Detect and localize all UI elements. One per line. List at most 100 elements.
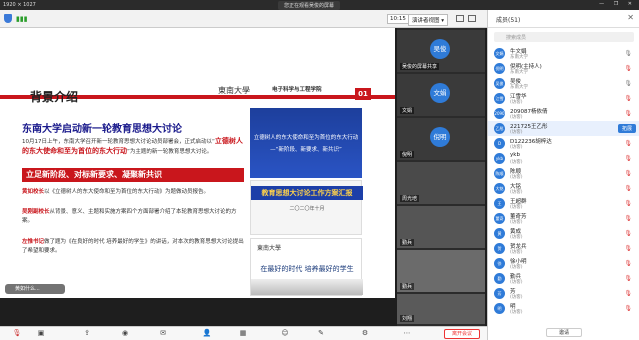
member-row[interactable]: D D122236胡梓达 (访客) 🎙 xyxy=(488,136,639,151)
security-shield-icon[interactable] xyxy=(4,14,12,23)
slide-page-number: 01 xyxy=(355,88,371,100)
intro-paragraph: 10月17日上午，东南大学召开新一轮教育思想大讨论动员部署会，正式启动以“立德树… xyxy=(22,137,244,157)
video-tile[interactable]: 刘翔 xyxy=(397,294,485,324)
settings-icon[interactable]: ⚙ xyxy=(358,329,372,339)
video-name: 勤兵 xyxy=(400,283,415,290)
report-cover-2: 教育思想大讨论工作方案汇报 二〇二〇年十月 xyxy=(250,180,363,235)
video-strip: 吴俊 吴俊的屏幕共享 文娟 文娟 倪明 倪明 周光培 勤兵 勤兵 刘翔 xyxy=(397,28,485,326)
intro-tail: ”为主题的新一轮教育思想大讨论。 xyxy=(127,149,213,155)
mic-muted-icon: 🎙 xyxy=(624,305,632,312)
avatar: 吴俊 xyxy=(494,78,505,89)
member-role: (访客) xyxy=(510,295,523,300)
point-3: 左惟书记做了题为《在良好的时代 培养最好的学生》的讲话，对本次的教育思想大讨论提… xyxy=(22,238,244,256)
avatar: 2090 xyxy=(494,108,505,119)
video-name: 勤兵 xyxy=(400,239,415,246)
member-row[interactable]: 芳芳 (访客) 🎙 xyxy=(488,286,639,301)
college-logo: 电子科学与工程学院 xyxy=(272,87,322,93)
member-row[interactable]: 勤勤兵 (访客) 🎙 xyxy=(488,271,639,286)
reactions-icon[interactable]: ☺ xyxy=(278,329,292,339)
chat-icon[interactable]: ✉ xyxy=(156,329,170,339)
avatar: 乙彤 xyxy=(494,123,505,134)
resolution-label: 1920 × 1027 xyxy=(3,2,36,8)
share-screen-icon[interactable]: ⇪ xyxy=(80,329,94,339)
mic-icon: 🎙 xyxy=(624,80,632,87)
mic-muted-icon: 🎙 xyxy=(624,245,632,252)
invite-button[interactable]: 邀请 xyxy=(546,328,582,337)
member-row[interactable]: 贺贺龙兵 (访客) 🎙 xyxy=(488,241,639,256)
mic-muted-icon[interactable]: 🎙 xyxy=(10,329,24,339)
avatar: 大铭 xyxy=(494,183,505,194)
member-row[interactable]: 文娟 牛文娟 东南大学 🎙 xyxy=(488,46,639,61)
record-icon[interactable]: ◉ xyxy=(118,329,132,339)
member-row[interactable]: 吴俊 吴俊 东南大学 🎙 xyxy=(488,76,639,91)
member-role: (访客) xyxy=(510,235,523,240)
member-row[interactable]: 董奇 董奇芳 (访客) 🎙 xyxy=(488,211,639,226)
meeting-timer: 10:15 xyxy=(387,14,409,24)
intro-text: 10月17日上午，东南大学召开新一轮教育思想大讨论动员部署会，正式启动以“ xyxy=(22,139,215,145)
video-name: 文娟 xyxy=(400,107,415,114)
fullscreen-icon[interactable] xyxy=(468,15,476,22)
mic-muted-icon: 🎙 xyxy=(624,260,632,267)
point-2: 吴刚副校长从背景、意义、主题和实施方案四个方面部署介绍了本轮教育思想大讨论的方案… xyxy=(22,208,244,226)
close-icon[interactable]: ✕ xyxy=(627,13,634,22)
member-row[interactable]: 明明 (访客) 🎙 xyxy=(488,301,639,316)
mic-icon: 🎙 xyxy=(624,50,632,57)
point-1: 黄如校长以《立德树人的东大使命和至为首位的东大行动》为题做动员报告。 xyxy=(22,188,244,197)
video-name: 刘翔 xyxy=(400,315,415,322)
members-icon[interactable]: 👤 xyxy=(200,329,214,339)
window-controls[interactable]: — ❐ ✕ xyxy=(599,1,636,7)
video-tile[interactable]: 勤兵 xyxy=(397,250,485,292)
apps-icon[interactable]: ▦ xyxy=(236,329,250,339)
member-row[interactable]: 大铭 大铭 (访客) 🎙 xyxy=(488,181,639,196)
member-role: (访客) xyxy=(510,130,523,135)
member-search-input[interactable]: 搜索成员 xyxy=(494,32,634,42)
member-row[interactable]: 王王超群 (访客) 🎙 xyxy=(488,196,639,211)
cover-3-seal: 東南大學 xyxy=(257,245,282,252)
mic-muted-icon: 🎙 xyxy=(624,140,632,147)
member-role: (访客) xyxy=(510,310,523,315)
member-row[interactable]: 2090 209087杨依倩 (访客) 🎙 xyxy=(488,106,639,121)
mic-muted-icon: 🎙 xyxy=(624,290,632,297)
member-role: (访客) xyxy=(510,175,523,180)
cover-1-subtitle: —“新阶段、新要求、新共识” xyxy=(270,147,342,153)
member-action-button[interactable]: 拓展 xyxy=(617,124,636,133)
avatar: 黄 xyxy=(494,228,505,239)
member-row[interactable]: 倪明 倪明(主持人) 东南大学 🎙 xyxy=(488,61,639,76)
member-row[interactable]: 黄黄成 (访客) 🎙 xyxy=(488,226,639,241)
member-row[interactable]: 徐徐小明 (访客) 🎙 xyxy=(488,256,639,271)
speaker-overlay[interactable]: 黄如什么... xyxy=(5,284,65,294)
video-name: 倪明 xyxy=(400,151,415,158)
member-row[interactable]: 江雪 江雪华 (访客) 🎙 xyxy=(488,91,639,106)
avatar: D xyxy=(494,138,505,149)
member-row[interactable]: 乙彤 221725王乙彤 (访客) 拓展 xyxy=(488,121,639,136)
mic-muted-icon: 🎙 xyxy=(624,170,632,177)
whiteboard-icon[interactable]: ✎ xyxy=(314,329,328,339)
view-mode-select[interactable]: 演讲者视图 ▾ xyxy=(408,14,449,26)
member-role: 东南大学 xyxy=(510,85,528,90)
more-icon[interactable]: ⋯ xyxy=(400,329,414,339)
member-role: (访客) xyxy=(510,205,523,210)
member-row[interactable]: 陈顺 陈顺 (访客) 🎙 xyxy=(488,166,639,181)
avatar: 勤 xyxy=(494,273,505,284)
video-tile[interactable]: 吴俊 吴俊的屏幕共享 xyxy=(397,30,485,72)
leave-meeting-button[interactable]: 离开会议 xyxy=(444,329,480,339)
member-row[interactable]: ykb ykb (访客) 🎙 xyxy=(488,151,639,166)
member-role: 东南大学 xyxy=(510,55,528,60)
mic-muted-icon: 🎙 xyxy=(624,200,632,207)
avatar: 江雪 xyxy=(494,93,505,104)
member-role: 东南大学 xyxy=(510,70,528,75)
video-tile[interactable]: 倪明 倪明 xyxy=(397,118,485,160)
camera-icon[interactable]: ▣ xyxy=(34,329,48,339)
university-logo: 東南大學 xyxy=(218,86,250,95)
member-role: (访客) xyxy=(510,160,523,165)
window-titlebar: 1920 × 1027 您正在观看吴俊的屏幕 — ❐ ✕ xyxy=(0,0,639,10)
mic-muted-icon: 🎙 xyxy=(624,65,632,72)
video-tile[interactable]: 周光培 xyxy=(397,162,485,204)
video-tile[interactable]: 勤兵 xyxy=(397,206,485,248)
meeting-toolbar: ▮▮▮ 10:15 演讲者视图 ▾ xyxy=(0,10,487,28)
video-tile[interactable]: 文娟 文娟 xyxy=(397,74,485,116)
layout-icon[interactable] xyxy=(456,15,464,22)
avatar: 文娟 xyxy=(430,83,450,103)
avatar: 吴俊 xyxy=(430,39,450,59)
video-name: 吴俊的屏幕共享 xyxy=(400,63,440,70)
